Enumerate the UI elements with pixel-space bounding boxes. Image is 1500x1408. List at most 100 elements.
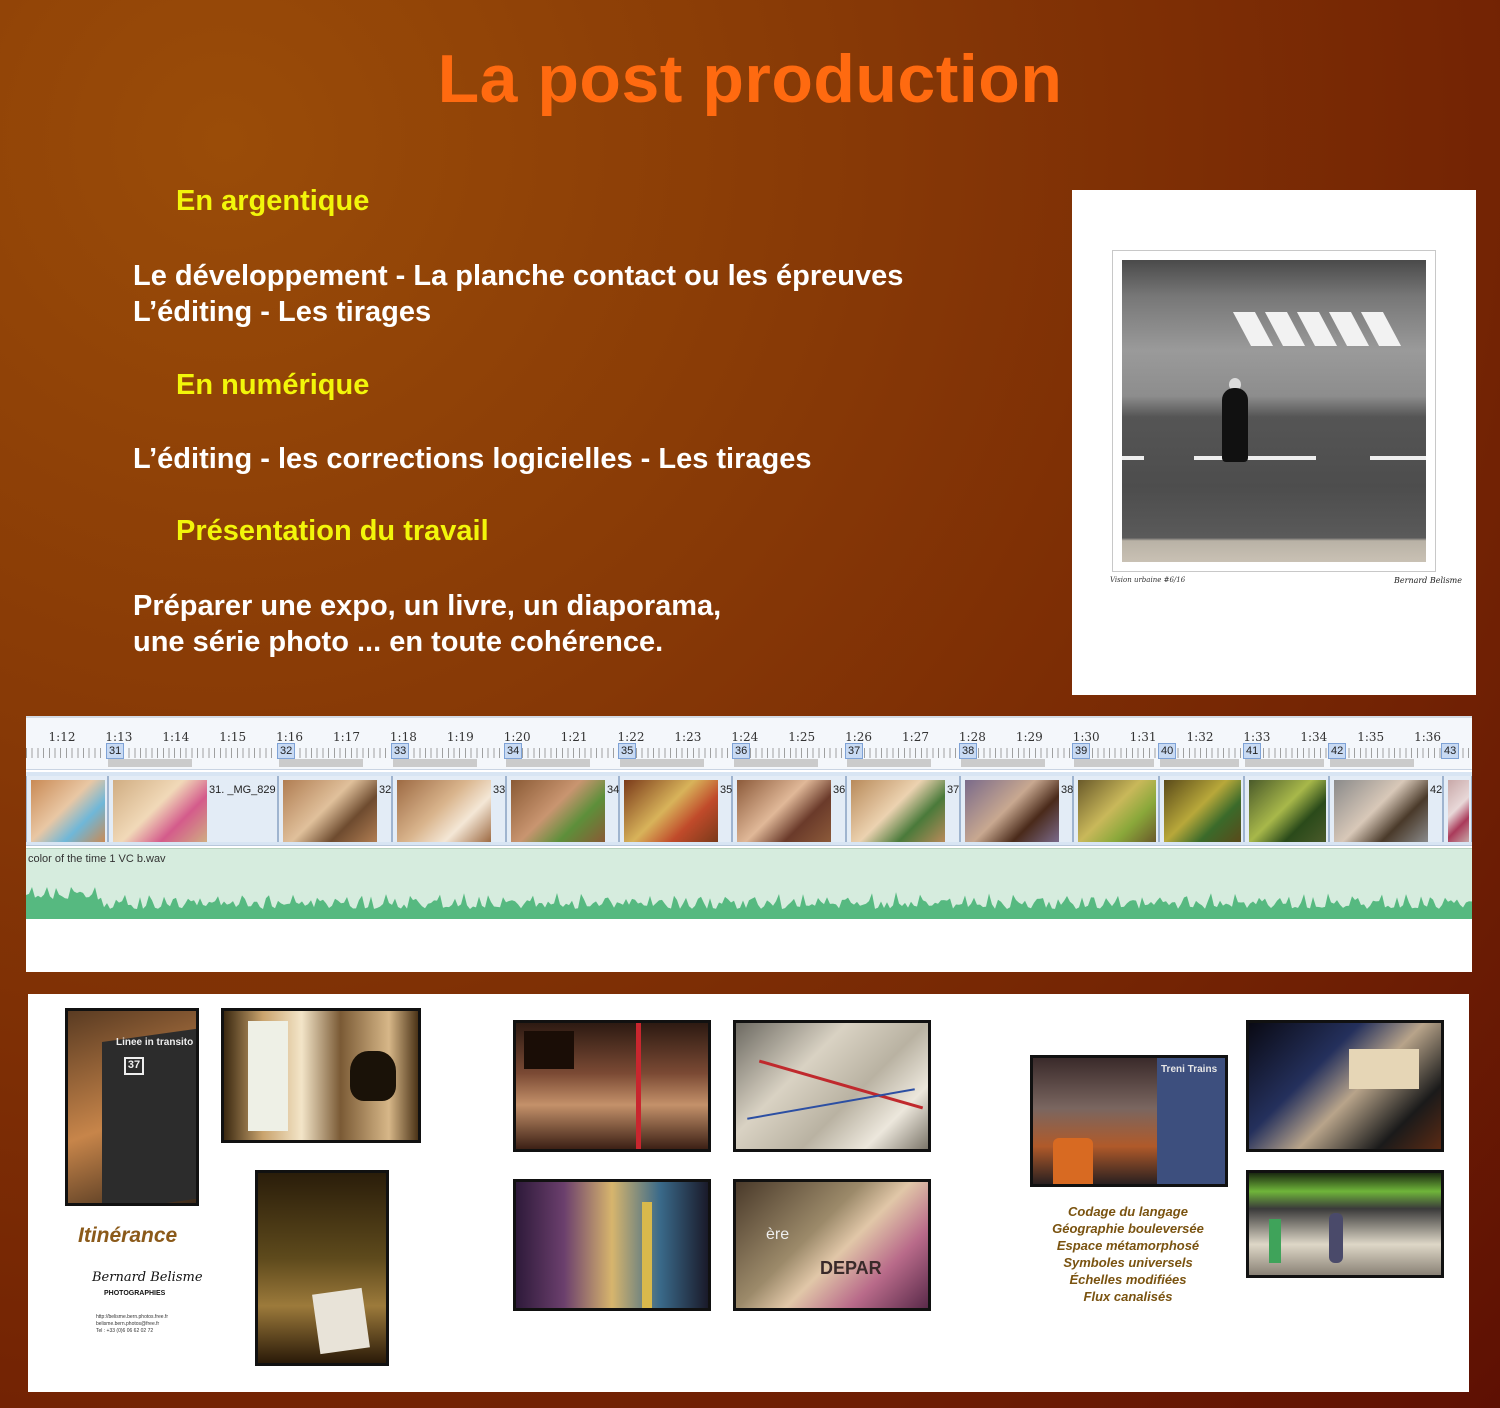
time-label: 1:28 (958, 730, 986, 744)
clip-thumbnail (31, 780, 105, 842)
clip-thumbnail (511, 780, 605, 842)
transition-bar (1160, 759, 1239, 767)
clip-thumbnail (737, 780, 831, 842)
time-label: 1:22 (617, 730, 645, 744)
slide-marker[interactable]: 39 (1072, 743, 1091, 759)
image-clip[interactable]: 32 (278, 776, 392, 842)
transition-bar (1330, 759, 1414, 767)
time-label: 1:15 (219, 730, 247, 744)
city-map-photo (733, 1020, 931, 1152)
photographer-subtitle: PHOTOGRAPHIES (104, 1290, 166, 1297)
time-label: 1:12 (48, 730, 76, 744)
passenger (1329, 1213, 1343, 1263)
time-label: 1:14 (162, 730, 190, 744)
slide-marker[interactable]: 34 (504, 743, 523, 759)
slide-marker[interactable]: 40 (1158, 743, 1177, 759)
pedestrian (1222, 388, 1248, 462)
slide-marker[interactable]: 43 (1441, 743, 1460, 759)
slide-marker[interactable]: 33 (391, 743, 410, 759)
image-clip[interactable]: 31. _MG_829 (108, 776, 278, 842)
map-route-blue (747, 1088, 915, 1120)
clip-label: 33 (493, 784, 506, 796)
train-seat-photo: Treni Trains (1030, 1055, 1228, 1187)
slide-marker[interactable]: 42 (1328, 743, 1347, 759)
lane-line (1194, 456, 1316, 460)
presentation-line-2: une série photo ... en toute cohérence. (133, 626, 664, 658)
time-label: 1:19 (446, 730, 474, 744)
time-label: 1:34 (1300, 730, 1328, 744)
audio-track[interactable]: color of the time 1 VC b.wav (26, 848, 1472, 919)
time-label: 1:35 (1357, 730, 1385, 744)
image-clip[interactable]: 34 (506, 776, 619, 842)
slide-marker[interactable]: 32 (277, 743, 296, 759)
concept-line: Symboles universels (1063, 1255, 1193, 1270)
bus-destination-panel (524, 1031, 574, 1069)
image-clip[interactable]: 36 (732, 776, 846, 842)
dashboard-photo (1246, 1020, 1444, 1152)
slide-marker[interactable]: 41 (1243, 743, 1262, 759)
clip-label: 32 (379, 784, 392, 796)
image-clip[interactable] (26, 776, 108, 842)
audio-clip-label: color of the time 1 VC b.wav (28, 853, 166, 865)
clip-label: 34 (607, 784, 620, 796)
transit-sign-photo: Linee in transito 37 (65, 1008, 199, 1206)
photographer-signature: Bernard Belisme (92, 1270, 203, 1285)
slide-marker[interactable]: 37 (845, 743, 864, 759)
concept-line: Géographie bouleversée (1052, 1221, 1204, 1236)
clip-thumbnail (965, 780, 1059, 842)
clip-thumbnail (1448, 780, 1469, 842)
image-clip[interactable]: 42 (1329, 776, 1443, 842)
time-label: 1:13 (105, 730, 133, 744)
concept-line: Codage du langage (1068, 1204, 1188, 1219)
slide-title: La post production (437, 41, 1063, 117)
clip-thumbnail (283, 780, 377, 842)
contact-line: belisme.bern.photos@free.fr (96, 1321, 160, 1327)
image-track[interactable]: 31. _MG_829 32 33 34 35 36 37 38 42 (26, 772, 1472, 846)
clip-label: 37 (947, 784, 960, 796)
time-ruler[interactable]: 1:12 1:13 1:14 1:15 1:16 1:17 1:18 1:19 1:20 1:21… (26, 716, 1472, 770)
transition-bar (1245, 759, 1324, 767)
crosswalk-stripe (1360, 312, 1402, 346)
time-label: 1:27 (902, 730, 929, 744)
image-clip[interactable]: 35 (619, 776, 732, 842)
clip-thumbnail (1078, 780, 1156, 842)
argentique-line-1: Le développement - La planche contact ou… (133, 260, 904, 292)
image-clip[interactable] (1443, 776, 1472, 842)
image-clip[interactable] (1159, 776, 1244, 842)
image-clip[interactable]: 37 (846, 776, 960, 842)
transit-sign-label: Linee in transito (116, 1037, 194, 1048)
departure-label: DEPAR (820, 1258, 882, 1278)
ticket-gate (1269, 1219, 1281, 1263)
departure-sign-photo: ère DEPAR (733, 1179, 931, 1311)
print-signature: Bernard Belisme (1394, 576, 1463, 585)
slide-marker[interactable]: 36 (732, 743, 751, 759)
transition-bar (393, 759, 477, 767)
time-label: 1:32 (1186, 730, 1214, 744)
slide-marker[interactable]: 35 (618, 743, 637, 759)
clip-thumbnail (624, 780, 718, 842)
dog-in-metro-photo (221, 1008, 421, 1143)
itinerance-title: Itinérance (78, 1224, 178, 1247)
image-clip[interactable] (1244, 776, 1329, 842)
clip-label: 42 (1430, 784, 1443, 796)
slide-marker[interactable]: 38 (959, 743, 978, 759)
image-clip[interactable]: 38 (960, 776, 1073, 842)
transition-bar (108, 759, 192, 767)
time-label: 1:33 (1243, 730, 1271, 744)
heading-presentation: Présentation du travail (176, 515, 489, 547)
slideshow-timeline[interactable]: 1:12 1:13 1:14 1:15 1:16 1:17 1:18 1:19 1:20 1:21… (26, 716, 1472, 972)
time-label: 1:20 (503, 730, 531, 744)
transition-bar (847, 759, 931, 767)
luggage-tag-photo (255, 1170, 389, 1366)
contact-line: Tel : +33 (0)6 06 62 02 72 (96, 1328, 154, 1334)
metro-platform-photo (1246, 1170, 1444, 1278)
train-brand-label: Treni Trains (1161, 1064, 1218, 1075)
image-clip[interactable]: 33 (392, 776, 506, 842)
bus-number-badge: 37 (124, 1057, 144, 1075)
concept-line: Échelles modifiées (1069, 1272, 1187, 1287)
slide-marker[interactable]: 31 (106, 743, 125, 759)
dashboard-gauge (1349, 1049, 1419, 1089)
image-clip[interactable] (1073, 776, 1159, 842)
train-door-frame (642, 1202, 652, 1308)
print-caption: Vision urbaine #6/16 (1110, 576, 1186, 584)
